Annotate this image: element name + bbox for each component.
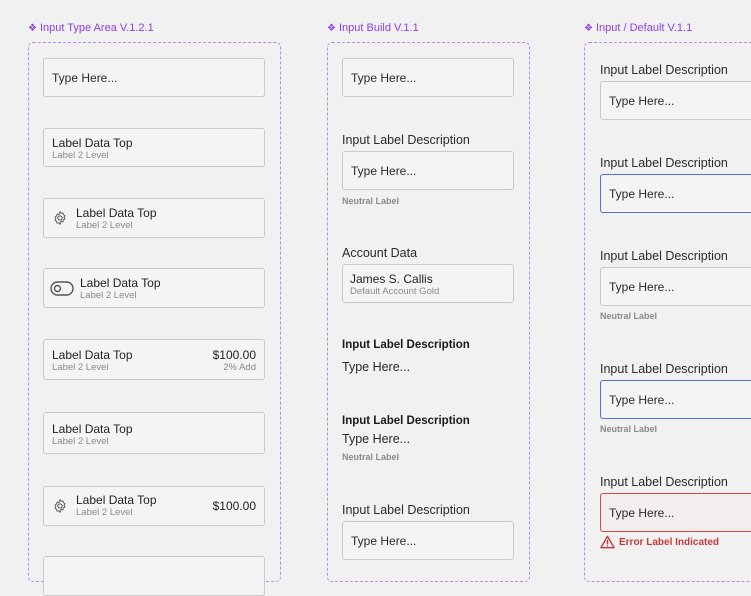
input-label: Input Label Description [600,362,728,376]
two-level-input[interactable]: Label Data Top Label 2 Level [43,128,265,167]
text-input-focused[interactable]: Type Here... [600,174,751,213]
icon-input-gear[interactable]: Label Data Top Label 2 Level [43,198,265,238]
input-label: Input Label Description [342,415,470,427]
error-text: Error Label Indicated [619,537,720,548]
helper-text: Neutral Label [600,424,658,434]
toggle-icon[interactable] [50,281,74,296]
toggle-input[interactable]: Label Data Top Label 2 Level [43,268,265,308]
plain-input-value[interactable]: Type Here... [342,360,410,374]
price-percent: 2% Add [223,362,256,373]
input-label: Input Label Description [600,63,728,77]
frame-title-input-default: ❖ Input / Default V.1.1 [584,22,693,34]
price-value: $100.00 [212,499,256,513]
text-input-focused[interactable]: Type Here... [600,380,751,419]
text-input[interactable]: Type Here... [600,267,751,306]
text-input[interactable]: Type Here... [600,81,751,120]
plain-input-value[interactable]: Type Here... [342,432,410,446]
input-label: Input Label Description [600,249,728,263]
input-label: Input Label Description [342,133,470,147]
text-input-partial[interactable] [43,556,265,596]
input-label: Input Label Description [600,475,728,489]
frame-input-build [327,42,530,582]
text-input[interactable]: Type Here... [342,521,514,560]
gear-icon [54,499,66,513]
input-label: Input Label Description [600,156,728,170]
text-input[interactable]: Type Here... [342,58,514,97]
text-input-error[interactable]: Type Here... [600,493,751,532]
icon-price-input[interactable]: Label Data Top Label 2 Level $100.00 [43,486,265,526]
component-diamond-icon: ❖ [584,23,593,34]
helper-text: Neutral Label [600,311,658,321]
two-level-input[interactable]: Label Data Top Label 2 Level [43,412,265,454]
warning-triangle-icon [600,535,615,549]
text-input[interactable]: Type Here... [43,58,265,97]
account-input[interactable]: James S. Callis Default Account Gold [342,264,514,303]
text-input[interactable]: Type Here... [342,151,514,190]
gear-icon [54,211,66,225]
account-label: Account Data [342,246,418,260]
price-input[interactable]: Label Data Top Label 2 Level $100.00 2% … [43,339,265,380]
component-diamond-icon: ❖ [28,23,37,34]
component-diamond-icon: ❖ [327,23,336,34]
frame-title-input-type-area: ❖ Input Type Area V.1.2.1 [28,22,154,34]
frame-title-input-build: ❖ Input Build V.1.1 [327,22,419,34]
price-value: $100.00 [212,348,256,362]
helper-text: Neutral Label [342,452,400,462]
input-label: Input Label Description [342,503,470,517]
helper-text: Neutral Label [342,196,400,206]
input-label: Input Label Description [342,339,470,351]
